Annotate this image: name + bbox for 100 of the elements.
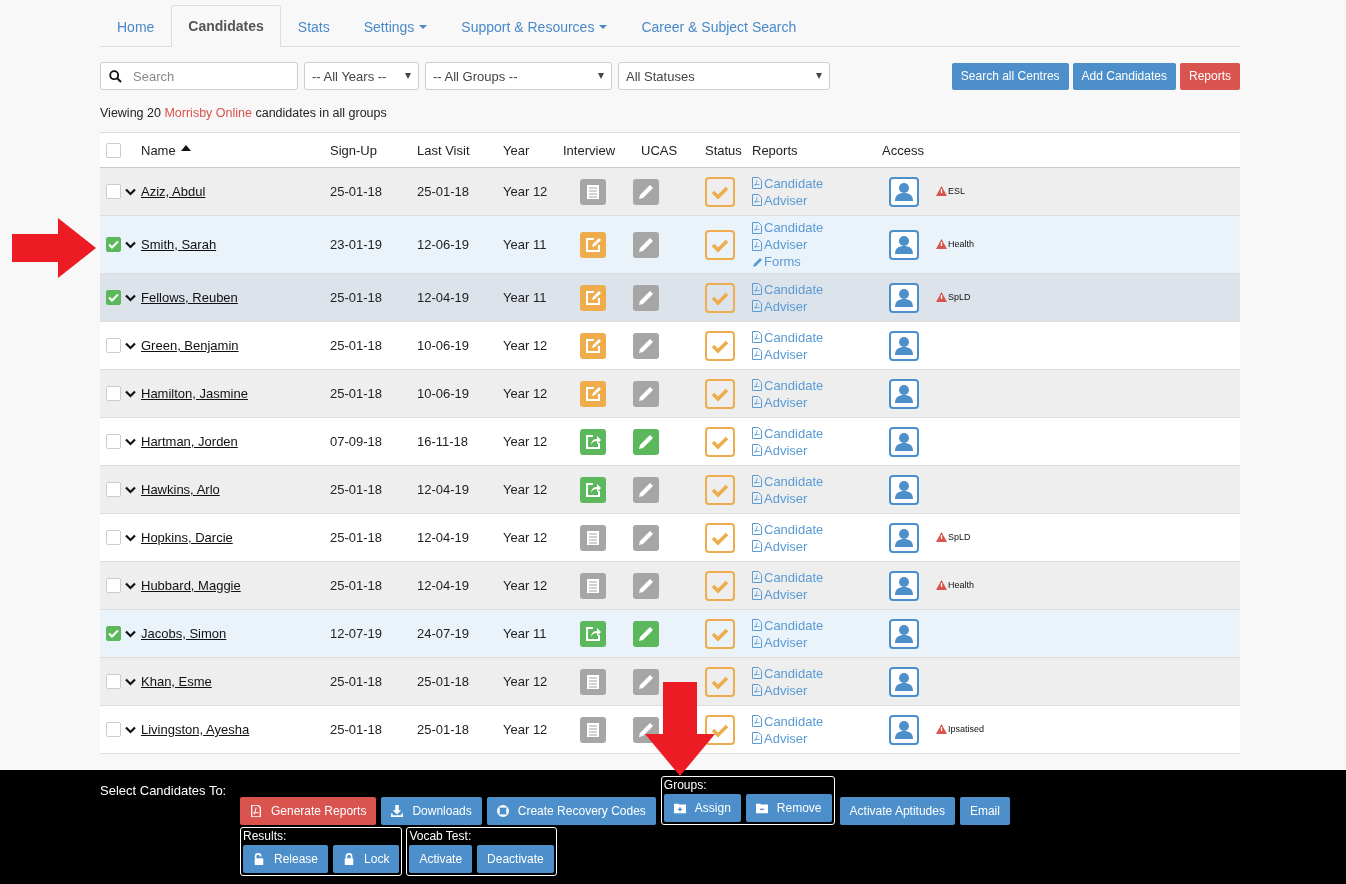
report-link[interactable]: Adviser — [752, 394, 873, 410]
report-link[interactable]: Adviser — [752, 586, 873, 602]
report-link[interactable]: Adviser — [752, 192, 873, 208]
chevron-down-icon[interactable] — [125, 677, 136, 686]
nav-tab[interactable]: Stats — [280, 5, 347, 47]
report-link[interactable]: Adviser — [752, 634, 873, 650]
user-icon[interactable] — [889, 714, 919, 745]
user-icon[interactable] — [889, 176, 919, 207]
edit-icon[interactable] — [580, 284, 606, 311]
bulk-action-button[interactable]: Remove — [745, 794, 832, 822]
chevron-down-icon[interactable] — [125, 581, 136, 590]
row-checkbox[interactable] — [106, 434, 121, 449]
bulk-action-button[interactable]: Activate — [409, 845, 473, 873]
forms-link[interactable]: Forms — [752, 254, 873, 269]
bulk-action-button[interactable]: Assign — [663, 794, 741, 822]
user-icon[interactable] — [889, 474, 919, 505]
report-link[interactable]: Adviser — [752, 237, 873, 252]
user-icon[interactable] — [889, 330, 919, 361]
row-checkbox[interactable] — [106, 578, 121, 593]
pencil-icon[interactable] — [633, 284, 659, 311]
row-checkbox[interactable] — [106, 237, 121, 252]
bulk-action-button[interactable]: Create Recovery Codes — [486, 797, 656, 825]
list-icon[interactable] — [580, 716, 606, 743]
chevron-down-icon[interactable] — [125, 389, 136, 398]
checkmark-icon[interactable] — [705, 378, 735, 409]
report-link[interactable]: Adviser — [752, 682, 873, 698]
row-checkbox[interactable] — [106, 386, 121, 401]
user-icon[interactable] — [889, 618, 919, 649]
chevron-down-icon[interactable] — [125, 533, 136, 542]
report-link[interactable]: Candidate — [752, 665, 873, 681]
report-link[interactable]: Adviser — [752, 730, 873, 746]
pencil-icon[interactable] — [633, 332, 659, 359]
checkmark-icon[interactable] — [705, 618, 735, 649]
report-link[interactable]: Candidate — [752, 569, 873, 585]
report-link[interactable]: Adviser — [752, 490, 873, 506]
pencil-icon[interactable] — [633, 620, 659, 647]
candidate-name-link[interactable]: Hubbard, Maggie — [141, 578, 241, 593]
filter-dropdown[interactable]: All Statuses — [618, 62, 830, 90]
user-icon[interactable] — [889, 282, 919, 313]
checkmark-icon[interactable] — [705, 229, 735, 260]
action-button[interactable]: Add Candidates — [1072, 62, 1176, 90]
select-all-checkbox[interactable] — [106, 142, 121, 158]
user-icon[interactable] — [889, 570, 919, 601]
bulk-action-button[interactable]: Activate Aptitudes — [839, 797, 955, 825]
row-checkbox[interactable] — [106, 722, 121, 737]
share-icon[interactable] — [580, 620, 606, 647]
row-checkbox[interactable] — [106, 338, 121, 353]
candidate-name-link[interactable]: Hopkins, Darcie — [141, 530, 233, 545]
share-icon[interactable] — [580, 476, 606, 503]
nav-tab[interactable]: Candidates — [171, 5, 281, 47]
column-header[interactable]: Name — [141, 142, 176, 158]
checkmark-icon[interactable] — [705, 666, 735, 697]
candidate-name-link[interactable]: Fellows, Reuben — [141, 290, 238, 305]
checkmark-icon[interactable] — [705, 426, 735, 457]
row-checkbox[interactable] — [106, 674, 121, 689]
chevron-down-icon[interactable] — [125, 240, 136, 249]
candidate-name-link[interactable]: Hartman, Jorden — [141, 434, 238, 449]
pencil-icon[interactable] — [633, 178, 659, 205]
checkmark-icon[interactable] — [705, 474, 735, 505]
chevron-down-icon[interactable] — [125, 725, 136, 734]
pencil-icon[interactable] — [633, 380, 659, 407]
report-link[interactable]: Candidate — [752, 521, 873, 537]
list-icon[interactable] — [580, 668, 606, 695]
row-checkbox[interactable] — [106, 626, 121, 641]
candidate-name-link[interactable]: Hawkins, Arlo — [141, 482, 220, 497]
row-checkbox[interactable] — [106, 482, 121, 497]
pencil-icon[interactable] — [633, 668, 659, 695]
report-link[interactable]: Candidate — [752, 473, 873, 489]
candidate-name-link[interactable]: Hamilton, Jasmine — [141, 386, 248, 401]
checkmark-icon[interactable] — [705, 570, 735, 601]
bulk-action-button[interactable]: Email — [959, 797, 1010, 825]
report-link[interactable]: Candidate — [752, 281, 873, 297]
checkmark-icon[interactable] — [705, 522, 735, 553]
chevron-down-icon[interactable] — [125, 293, 136, 302]
candidate-name-link[interactable]: Jacobs, Simon — [141, 626, 227, 641]
checkmark-icon[interactable] — [705, 282, 735, 313]
list-icon[interactable] — [580, 524, 606, 551]
share-icon[interactable] — [580, 428, 606, 455]
chevron-down-icon[interactable] — [125, 187, 136, 196]
edit-icon[interactable] — [580, 231, 606, 258]
search-input[interactable]: Search — [131, 67, 285, 85]
pencil-icon[interactable] — [633, 572, 659, 599]
report-link[interactable]: Adviser — [752, 298, 873, 314]
pencil-icon[interactable] — [633, 524, 659, 551]
report-link[interactable]: Candidate — [752, 425, 873, 441]
bulk-action-button[interactable]: Generate Reports — [240, 797, 377, 825]
filter-dropdown[interactable]: -- All Years -- — [304, 62, 419, 90]
nav-tab[interactable]: Settings — [346, 5, 445, 47]
candidate-name-link[interactable]: Smith, Sarah — [141, 237, 217, 252]
nav-tab[interactable]: Home — [100, 5, 172, 47]
row-checkbox[interactable] — [106, 184, 121, 199]
report-link[interactable]: Adviser — [752, 442, 873, 458]
list-icon[interactable] — [580, 178, 606, 205]
checkmark-icon[interactable] — [705, 176, 735, 207]
row-checkbox[interactable] — [106, 530, 121, 545]
search-field[interactable]: Search — [100, 62, 298, 90]
chevron-down-icon[interactable] — [125, 485, 136, 494]
checkmark-icon[interactable] — [705, 330, 735, 361]
candidate-name-link[interactable]: Livingston, Ayesha — [141, 722, 250, 737]
checkmark-icon[interactable] — [705, 714, 735, 745]
